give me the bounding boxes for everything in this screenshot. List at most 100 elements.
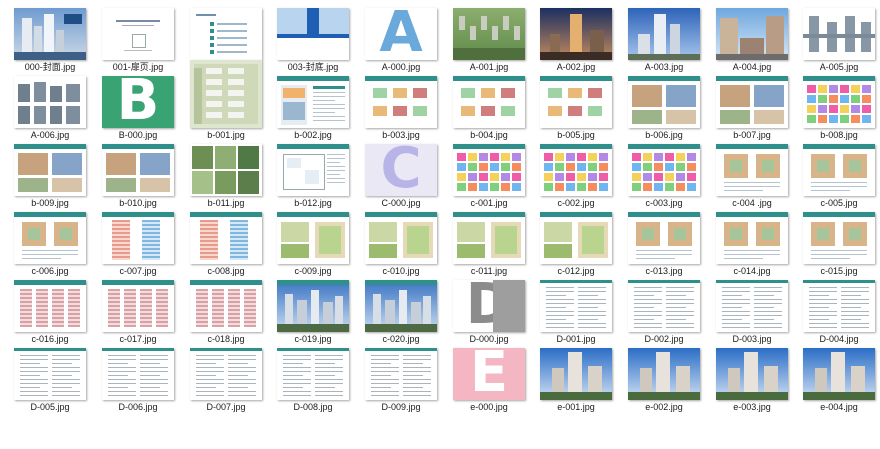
thumbnail-image[interactable] bbox=[803, 280, 875, 332]
file-name-label[interactable]: b-009.jpg bbox=[6, 198, 94, 209]
thumbnail-image[interactable] bbox=[716, 212, 788, 264]
file-name-label[interactable]: c-011.jpg bbox=[445, 266, 533, 277]
thumbnail-image[interactable] bbox=[628, 348, 700, 400]
thumbnail-image[interactable] bbox=[14, 212, 86, 264]
thumbnail-image[interactable] bbox=[277, 144, 349, 196]
file-thumbnail[interactable]: D-009.jpg bbox=[365, 348, 451, 432]
thumbnail-image[interactable] bbox=[716, 280, 788, 332]
thumbnail-image[interactable] bbox=[102, 212, 174, 264]
file-name-label[interactable]: D-004.jpg bbox=[795, 334, 880, 345]
thumbnail-image[interactable] bbox=[453, 144, 525, 196]
file-name-label[interactable]: A-005.jpg bbox=[795, 62, 880, 73]
thumbnail-image[interactable] bbox=[277, 348, 349, 400]
file-name-label[interactable]: b-004.jpg bbox=[445, 130, 533, 141]
file-thumbnail[interactable]: D-005.jpg bbox=[14, 348, 100, 432]
file-name-label[interactable]: c-017.jpg bbox=[94, 334, 182, 345]
thumbnail-image[interactable] bbox=[716, 76, 788, 128]
file-name-label[interactable]: c-015.jpg bbox=[795, 266, 880, 277]
thumbnail-image[interactable] bbox=[540, 348, 612, 400]
thumbnail-image[interactable] bbox=[803, 144, 875, 196]
file-name-label[interactable]: A-002.jpg bbox=[532, 62, 620, 73]
thumbnail-image[interactable] bbox=[102, 144, 174, 196]
file-name-label[interactable]: b-001.jpg bbox=[182, 130, 270, 141]
file-name-label[interactable]: D-005.jpg bbox=[6, 402, 94, 413]
thumbnail-image[interactable] bbox=[365, 212, 437, 264]
thumbnail-image[interactable] bbox=[453, 212, 525, 264]
thumbnail-image[interactable] bbox=[540, 144, 612, 196]
thumbnail-image[interactable] bbox=[190, 280, 262, 332]
thumbnail-image[interactable] bbox=[628, 8, 700, 60]
file-name-label[interactable]: b-005.jpg bbox=[532, 130, 620, 141]
thumbnail-image[interactable] bbox=[365, 280, 437, 332]
thumbnail-image[interactable] bbox=[716, 144, 788, 196]
thumbnail-image[interactable]: E bbox=[453, 348, 525, 400]
file-name-label[interactable]: A-001.jpg bbox=[445, 62, 533, 73]
file-name-label[interactable]: c-004 .jpg bbox=[708, 198, 796, 209]
file-name-label[interactable]: A-003.jpg bbox=[620, 62, 708, 73]
file-name-label[interactable]: D-003.jpg bbox=[708, 334, 796, 345]
file-name-label[interactable]: c-020.jpg bbox=[357, 334, 445, 345]
file-name-label[interactable]: b-003.jpg bbox=[357, 130, 445, 141]
file-name-label[interactable]: D-001.jpg bbox=[532, 334, 620, 345]
thumbnail-image[interactable] bbox=[190, 8, 262, 60]
thumbnail-image[interactable] bbox=[190, 212, 262, 264]
file-name-label[interactable]: e-004.jpg bbox=[795, 402, 880, 413]
thumbnail-image[interactable] bbox=[628, 144, 700, 196]
file-name-label[interactable]: c-005.jpg bbox=[795, 198, 880, 209]
file-name-label[interactable]: c-002.jpg bbox=[532, 198, 620, 209]
thumbnail-image[interactable] bbox=[540, 76, 612, 128]
file-thumbnail[interactable]: D-007.jpg bbox=[190, 348, 276, 432]
file-name-label[interactable]: c-012.jpg bbox=[532, 266, 620, 277]
file-name-label[interactable]: 003-封底.jpg bbox=[269, 62, 357, 73]
thumbnail-image[interactable] bbox=[716, 348, 788, 400]
file-name-label[interactable]: D-002.jpg bbox=[620, 334, 708, 345]
thumbnail-image[interactable] bbox=[102, 280, 174, 332]
file-thumbnail[interactable]: Ee-000.jpg bbox=[453, 348, 539, 432]
thumbnail-image[interactable] bbox=[277, 212, 349, 264]
file-name-label[interactable]: b-002.jpg bbox=[269, 130, 357, 141]
thumbnail-image[interactable] bbox=[277, 8, 349, 60]
file-name-label[interactable]: b-006.jpg bbox=[620, 130, 708, 141]
file-name-label[interactable]: c-014.jpg bbox=[708, 266, 796, 277]
thumbnail-image[interactable] bbox=[14, 280, 86, 332]
thumbnail-image[interactable] bbox=[540, 280, 612, 332]
file-name-label[interactable]: c-019.jpg bbox=[269, 334, 357, 345]
thumbnail-image[interactable] bbox=[14, 144, 86, 196]
thumbnail-image[interactable]: C bbox=[365, 144, 437, 196]
file-name-label[interactable]: b-007.jpg bbox=[708, 130, 796, 141]
file-name-label[interactable]: D-009.jpg bbox=[357, 402, 445, 413]
file-name-label[interactable]: B-000.jpg bbox=[94, 130, 182, 141]
file-name-label[interactable]: A-004.jpg bbox=[708, 62, 796, 73]
thumbnail-image[interactable] bbox=[803, 8, 875, 60]
thumbnail-image[interactable] bbox=[14, 8, 86, 60]
file-name-label[interactable]: e-001.jpg bbox=[532, 402, 620, 413]
file-thumbnail[interactable]: e-003.jpg bbox=[716, 348, 802, 432]
file-name-label[interactable]: e-003.jpg bbox=[708, 402, 796, 413]
file-name-label[interactable]: c-013.jpg bbox=[620, 266, 708, 277]
file-name-label[interactable]: D-007.jpg bbox=[182, 402, 270, 413]
file-name-label[interactable]: c-009.jpg bbox=[269, 266, 357, 277]
thumbnail-image[interactable] bbox=[803, 212, 875, 264]
file-name-label[interactable]: c-001.jpg bbox=[445, 198, 533, 209]
file-name-label[interactable]: D-008.jpg bbox=[269, 402, 357, 413]
thumbnail-image[interactable] bbox=[628, 76, 700, 128]
file-name-label[interactable]: c-006.jpg bbox=[6, 266, 94, 277]
file-thumbnail[interactable]: e-004.jpg bbox=[803, 348, 880, 432]
thumbnail-image[interactable] bbox=[365, 76, 437, 128]
thumbnail-image[interactable] bbox=[453, 8, 525, 60]
thumbnail-image[interactable] bbox=[540, 212, 612, 264]
file-name-label[interactable]: D-000.jpg bbox=[445, 334, 533, 345]
file-name-label[interactable]: b-011.jpg bbox=[182, 198, 270, 209]
file-name-label[interactable]: e-002.jpg bbox=[620, 402, 708, 413]
file-name-label[interactable]: c-018.jpg bbox=[182, 334, 270, 345]
thumbnail-image[interactable]: D bbox=[453, 280, 525, 332]
thumbnail-image[interactable] bbox=[190, 144, 262, 196]
file-name-label[interactable]: A-000.jpg bbox=[357, 62, 445, 73]
file-name-label[interactable]: c-003.jpg bbox=[620, 198, 708, 209]
file-name-label[interactable]: c-008.jpg bbox=[182, 266, 270, 277]
file-name-label[interactable]: 000-封面.jpg bbox=[6, 62, 94, 73]
thumbnail-image[interactable] bbox=[803, 76, 875, 128]
file-name-label[interactable]: A-006.jpg bbox=[6, 130, 94, 141]
thumbnail-image[interactable] bbox=[628, 280, 700, 332]
thumbnail-image[interactable] bbox=[540, 8, 612, 60]
